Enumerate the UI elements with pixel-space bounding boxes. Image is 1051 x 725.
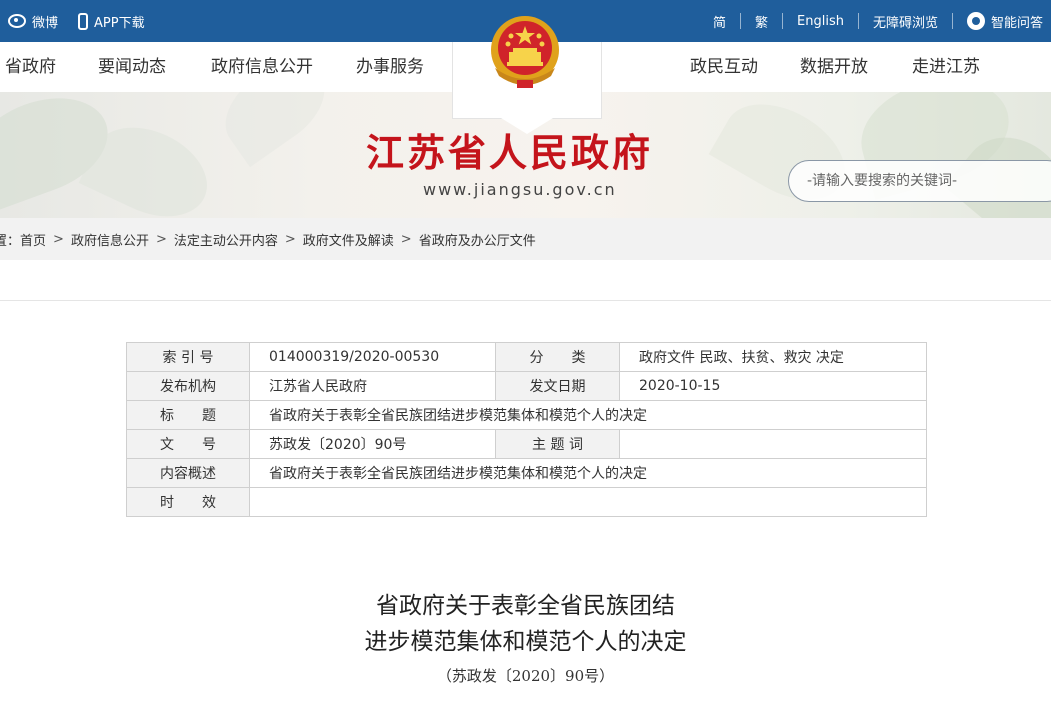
breadcrumb-item-statutory[interactable]: 法定主动公开内容: [174, 230, 278, 249]
leaf-decoration: [209, 92, 341, 168]
search-input[interactable]: -请输入要搜索的关键词-: [788, 160, 1051, 202]
smart-qa-link[interactable]: 智能问答: [966, 12, 1043, 31]
category-label: 分 类: [495, 342, 620, 372]
nav-item-interaction[interactable]: 政民互动: [690, 42, 758, 92]
nav-item-open-data[interactable]: 数据开放: [800, 42, 868, 92]
validity-label: 时 效: [126, 487, 250, 517]
validity-value: [249, 487, 927, 517]
index-value: 014000319/2020-00530: [249, 342, 496, 372]
divider: [857, 13, 859, 29]
app-download-label: APP下载: [94, 15, 145, 31]
national-emblem-icon[interactable]: [487, 12, 563, 92]
document-number: （苏政发〔2020〕90号）: [436, 667, 615, 685]
breadcrumb-separator: >: [284, 231, 296, 247]
index-label: 索 引 号: [126, 342, 250, 372]
date-value: 2020-10-15: [619, 371, 927, 401]
publisher-label: 发布机构: [126, 371, 250, 401]
title-label: 标 题: [126, 400, 250, 430]
breadcrumb-prefix: 置：: [0, 233, 21, 249]
title-value: 省政府关于表彰全省民族团结进步模范集体和模范个人的决定: [249, 400, 927, 430]
nav-item-province-gov[interactable]: 省政府: [5, 42, 56, 92]
document-title: 省政府关于表彰全省民族团结 进步模范集体和模范个人的决定: [0, 588, 1051, 660]
document-title-line-1: 省政府关于表彰全省民族团结: [376, 593, 675, 619]
table-row: 发布机构 江苏省人民政府 发文日期 2020-10-15: [126, 371, 927, 401]
divider: [782, 13, 784, 29]
smart-qa-label: 智能问答: [990, 15, 1043, 31]
table-row: 标 题 省政府关于表彰全省民族团结进步模范集体和模范个人的决定: [126, 400, 927, 430]
traditional-chinese-link[interactable]: 繁: [755, 12, 768, 31]
breadcrumb-separator: >: [53, 231, 64, 247]
weibo-label: 微博: [32, 15, 59, 31]
date-label: 发文日期: [495, 371, 620, 401]
accessible-browsing-link[interactable]: 无障碍浏览: [873, 12, 938, 31]
site-url: www.jiangsu.gov.cn: [423, 180, 617, 199]
table-row: 内容概述 省政府关于表彰全省民族团结进步模范集体和模范个人的决定: [126, 458, 927, 488]
breadcrumb-separator: >: [400, 231, 412, 247]
table-row: 文 号 苏政发〔2020〕90号 主 题 词: [126, 429, 927, 459]
summary-label: 内容概述: [126, 458, 250, 488]
breadcrumb-item-office-documents[interactable]: 省政府及办公厅文件: [419, 230, 536, 249]
nav-item-news[interactable]: 要闻动态: [98, 42, 166, 92]
weibo-icon: [8, 14, 26, 28]
breadcrumb-item-home[interactable]: 首页: [20, 230, 46, 249]
topic-label: 主 题 词: [495, 429, 620, 459]
breadcrumb-item-gov-documents[interactable]: 政府文件及解读: [303, 230, 394, 249]
weibo-link[interactable]: 微博: [8, 12, 58, 31]
document-info-table: 索 引 号 014000319/2020-00530 分 类 政府文件 民政、扶…: [126, 342, 927, 517]
app-download-link[interactable]: APP下载: [78, 12, 145, 31]
simplified-chinese-link[interactable]: 简: [713, 12, 726, 31]
breadcrumb: 置： 首页 > 政府信息公开 > 法定主动公开内容 > 政府文件及解读 > 省政…: [0, 218, 536, 260]
phone-icon: [78, 12, 89, 30]
section-divider: [0, 300, 1051, 301]
docno-value: 苏政发〔2020〕90号: [249, 429, 496, 459]
nav-item-services[interactable]: 办事服务: [356, 42, 424, 92]
divider: [951, 13, 953, 29]
summary-value: 省政府关于表彰全省民族团结进步模范集体和模范个人的决定: [249, 458, 927, 488]
robot-icon: [966, 12, 985, 30]
nav-item-about-jiangsu[interactable]: 走进江苏: [912, 42, 980, 92]
publisher-value: 江苏省人民政府: [249, 371, 496, 401]
document-title-line-2: 进步模范集体和模范个人的决定: [364, 629, 687, 655]
breadcrumb-separator: >: [155, 231, 167, 247]
table-row: 时 效: [126, 487, 927, 517]
category-value: 政府文件 民政、扶贫、救灾 决定: [619, 342, 927, 372]
topic-value: [619, 429, 927, 459]
divider: [740, 13, 741, 29]
breadcrumb-item-info-disclosure[interactable]: 政府信息公开: [71, 230, 149, 249]
english-link[interactable]: English: [797, 14, 844, 29]
nav-item-info-disclosure[interactable]: 政府信息公开: [211, 42, 313, 92]
docno-label: 文 号: [126, 429, 250, 459]
table-row: 索 引 号 014000319/2020-00530 分 类 政府文件 民政、扶…: [126, 342, 927, 372]
breadcrumb-bar: 置： 首页 > 政府信息公开 > 法定主动公开内容 > 政府文件及解读 > 省政…: [0, 218, 1051, 260]
